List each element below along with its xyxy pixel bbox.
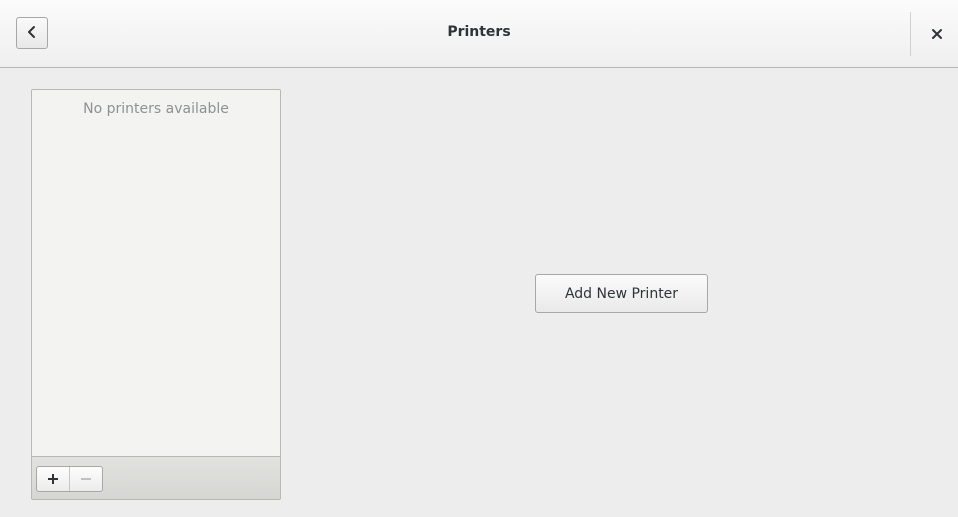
printers-window: Printers No printers available Add New P… xyxy=(0,0,958,517)
add-printer-small-button[interactable] xyxy=(37,467,69,491)
back-arrow-icon xyxy=(25,24,39,43)
printer-list-toolbar xyxy=(32,456,280,499)
back-button[interactable] xyxy=(16,17,48,49)
close-icon xyxy=(931,25,943,44)
add-new-printer-button[interactable]: Add New Printer xyxy=(535,274,708,313)
add-remove-button-group xyxy=(36,466,103,492)
window-title: Printers xyxy=(447,24,511,40)
header-separator xyxy=(910,12,911,56)
minus-icon xyxy=(80,470,92,489)
plus-icon xyxy=(47,470,59,489)
header-bar: Printers xyxy=(0,0,958,68)
close-button[interactable] xyxy=(922,20,952,48)
no-printers-label: No printers available xyxy=(83,101,229,117)
remove-printer-button[interactable] xyxy=(69,467,102,491)
printer-list-panel: No printers available xyxy=(31,89,281,500)
